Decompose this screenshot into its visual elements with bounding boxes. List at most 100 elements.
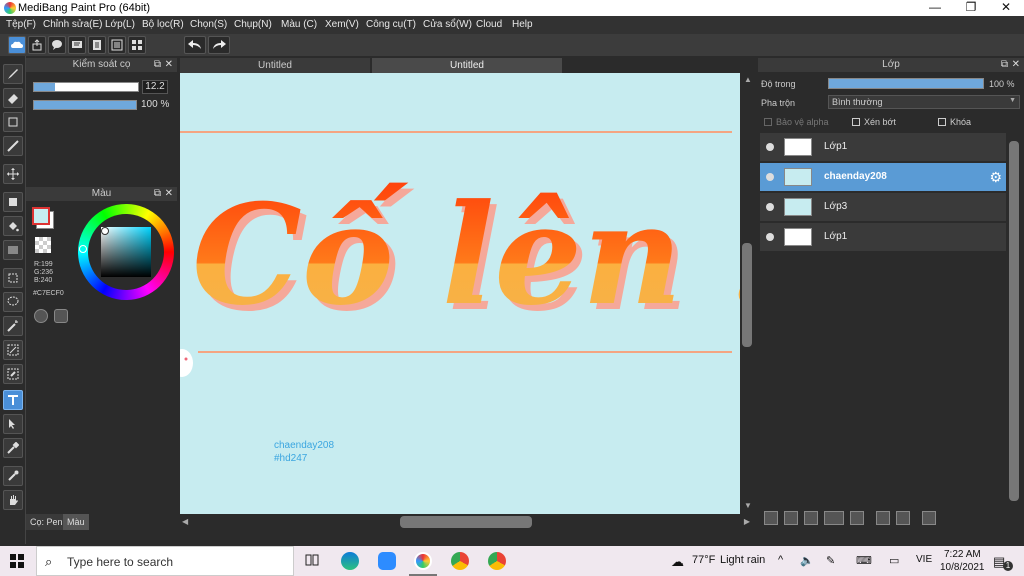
bucket-tool-icon[interactable] bbox=[3, 216, 23, 236]
maximize-button[interactable]: ❐ bbox=[954, 0, 988, 16]
scroll-up-icon[interactable]: ▲ bbox=[744, 75, 752, 84]
canvas[interactable]: Cố lên :D Cố lên :D chaenday208 #hd247 bbox=[180, 73, 740, 514]
chrome-browser-icon[interactable] bbox=[488, 552, 506, 570]
document-tab-2[interactable]: Untitled bbox=[372, 58, 562, 73]
edge-browser-icon[interactable] bbox=[341, 552, 359, 570]
menu-file[interactable]: Tệp(F) bbox=[6, 19, 36, 30]
lock-checkbox[interactable] bbox=[938, 118, 946, 126]
pen-tool-icon[interactable] bbox=[3, 136, 23, 156]
dropper-tool-icon[interactable] bbox=[3, 438, 23, 458]
weather-desc[interactable]: Light rain bbox=[720, 554, 765, 566]
layer-row-selected[interactable]: chaenday208 ⚙ bbox=[760, 163, 1006, 192]
eraser-tool-icon[interactable] bbox=[3, 88, 23, 108]
menu-cloud[interactable]: Cloud bbox=[476, 19, 502, 30]
eyedropper-tool-icon[interactable] bbox=[3, 466, 23, 486]
tab-brush[interactable]: Cọ: Pen bbox=[26, 514, 67, 530]
chrome-browser-icon[interactable] bbox=[451, 552, 469, 570]
show-hidden-icons[interactable]: ^ bbox=[778, 554, 783, 566]
undo-icon[interactable] bbox=[184, 36, 206, 54]
trash-icon[interactable] bbox=[922, 511, 936, 525]
pen-icon[interactable]: ✎ bbox=[826, 554, 835, 567]
palette-icon[interactable] bbox=[34, 309, 48, 323]
visibility-icon[interactable] bbox=[766, 143, 774, 151]
menu-tools[interactable]: Công cụ(T) bbox=[366, 19, 416, 30]
new-8bit-layer-icon[interactable] bbox=[804, 511, 818, 525]
foreground-color-swatch[interactable] bbox=[32, 207, 50, 225]
grid-icon[interactable] bbox=[128, 36, 146, 54]
horizontal-scrollbar[interactable]: ◀ ▶ bbox=[180, 514, 754, 530]
layer-row[interactable]: Lớp1 bbox=[760, 133, 1006, 162]
menu-edit[interactable]: Chỉnh sửa(E) bbox=[43, 19, 103, 30]
redo-icon[interactable] bbox=[208, 36, 230, 54]
layer-opacity-slider[interactable] bbox=[828, 78, 984, 89]
clock-time[interactable]: 7:22 AM bbox=[944, 549, 981, 560]
blend-mode-select[interactable]: Bình thường ▼ bbox=[828, 95, 1020, 109]
hue-ring[interactable] bbox=[78, 204, 174, 300]
gear-icon[interactable]: ⚙ bbox=[989, 169, 1002, 186]
layer-row[interactable]: Lớp3 bbox=[760, 193, 1006, 222]
duplicate-layer-icon[interactable] bbox=[876, 511, 890, 525]
select-pen-tool-icon[interactable] bbox=[3, 340, 23, 360]
list-icon[interactable] bbox=[108, 36, 126, 54]
text-tool-icon[interactable] bbox=[3, 390, 23, 410]
comment-icon[interactable] bbox=[48, 36, 66, 54]
visibility-icon[interactable] bbox=[766, 203, 774, 211]
minimize-button[interactable]: — bbox=[918, 0, 952, 16]
layer-scrollbar[interactable] bbox=[1008, 133, 1020, 509]
brush-size-value[interactable]: 12.2 bbox=[142, 80, 168, 94]
scroll-left-icon[interactable]: ◀ bbox=[182, 517, 188, 526]
brush-opacity-slider[interactable] bbox=[33, 100, 137, 110]
panel-close-icon[interactable]: ✕ bbox=[1012, 59, 1020, 71]
new-halftone-layer-icon[interactable] bbox=[784, 511, 798, 525]
brush-tool-icon[interactable] bbox=[3, 64, 23, 84]
protect-alpha-checkbox[interactable] bbox=[764, 118, 772, 126]
menu-filter[interactable]: Bộ lọc(R) bbox=[142, 19, 184, 30]
color-picker-handle[interactable] bbox=[101, 227, 109, 235]
message-icon[interactable] bbox=[68, 36, 86, 54]
merge-layer-icon[interactable] bbox=[896, 511, 910, 525]
visibility-icon[interactable] bbox=[766, 173, 774, 181]
weather-temp[interactable]: 77°F bbox=[692, 554, 715, 566]
saturation-value-square[interactable] bbox=[101, 227, 151, 277]
menu-capture[interactable]: Chụp(N) bbox=[234, 19, 272, 30]
vertical-scrollbar[interactable]: ▲ ▼ bbox=[740, 73, 754, 514]
close-button[interactable]: ✕ bbox=[989, 0, 1023, 16]
windows-start-icon[interactable] bbox=[10, 554, 24, 568]
undock-icon[interactable]: ⧉ bbox=[1001, 59, 1008, 71]
clipping-checkbox[interactable] bbox=[852, 118, 860, 126]
folder-icon[interactable] bbox=[850, 511, 864, 525]
shape-tool-icon[interactable] bbox=[3, 112, 23, 132]
cloud-icon[interactable] bbox=[8, 36, 26, 54]
select-eraser-tool-icon[interactable] bbox=[3, 364, 23, 384]
lasso-tool-icon[interactable] bbox=[3, 292, 23, 312]
select-tool-icon[interactable] bbox=[3, 268, 23, 288]
magic-wand-tool-icon[interactable] bbox=[3, 316, 23, 336]
language-indicator[interactable]: VIE bbox=[916, 554, 932, 565]
menu-window[interactable]: Cửa sổ(W) bbox=[423, 19, 472, 30]
menu-view[interactable]: Xem(V) bbox=[325, 19, 359, 30]
hue-picker-handle[interactable] bbox=[79, 245, 87, 253]
volume-icon[interactable]: 🔈 bbox=[800, 554, 814, 567]
share-icon[interactable] bbox=[28, 36, 46, 54]
gradient-tool-icon[interactable] bbox=[3, 240, 23, 260]
vertical-scroll-thumb[interactable] bbox=[742, 243, 752, 347]
scroll-right-icon[interactable]: ▶ bbox=[744, 517, 750, 526]
visibility-icon[interactable] bbox=[766, 233, 774, 241]
add-layer-dropdown-icon[interactable] bbox=[824, 511, 844, 525]
brush-size-slider[interactable] bbox=[33, 82, 139, 92]
zoom-app-icon[interactable] bbox=[378, 552, 396, 570]
document-tab-1[interactable]: Untitled bbox=[180, 58, 370, 73]
undock-icon[interactable]: ⧉ bbox=[154, 188, 161, 200]
hand-tool-icon[interactable] bbox=[3, 490, 23, 510]
medibang-app-icon[interactable] bbox=[414, 552, 432, 570]
panel-close-icon[interactable]: ✕ bbox=[165, 188, 173, 200]
move-tool-icon[interactable] bbox=[3, 164, 23, 184]
menu-layer[interactable]: Lớp(L) bbox=[105, 19, 135, 30]
clock-date[interactable]: 10/8/2021 bbox=[940, 562, 985, 573]
transparent-color-swatch[interactable] bbox=[35, 237, 51, 253]
layer-scroll-thumb[interactable] bbox=[1009, 141, 1019, 501]
menu-color[interactable]: Màu (C) bbox=[281, 19, 317, 30]
fill-rect-tool-icon[interactable] bbox=[3, 192, 23, 212]
color-history-icon[interactable] bbox=[54, 309, 68, 323]
menu-help[interactable]: Help bbox=[512, 19, 533, 30]
